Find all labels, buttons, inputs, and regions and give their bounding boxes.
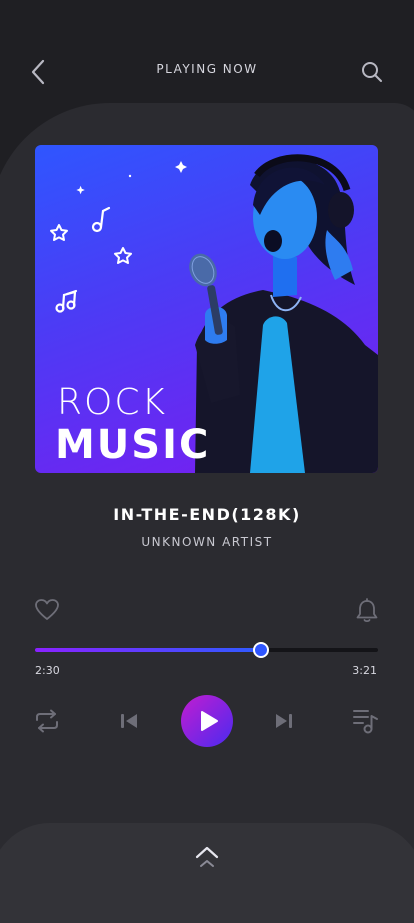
chevron-up-icon[interactable] [193, 845, 221, 871]
previous-icon[interactable] [119, 711, 139, 731]
next-icon[interactable] [274, 711, 294, 731]
play-icon [201, 711, 218, 731]
heart-icon[interactable] [34, 598, 60, 622]
progress-fill [35, 648, 261, 652]
track-title: In-The-End(128K) [113, 505, 301, 524]
playlist-icon[interactable] [352, 707, 380, 735]
album-cover: Rock Music [35, 145, 378, 473]
bottom-sheet[interactable] [0, 823, 414, 923]
cover-title-line2: Music [55, 422, 211, 468]
page-title: Playing Now [156, 62, 258, 76]
current-time: 2:30 [35, 664, 60, 677]
search-icon[interactable] [360, 60, 384, 84]
repeat-icon[interactable] [33, 709, 61, 733]
header: Playing Now [0, 0, 414, 110]
play-button[interactable] [181, 695, 233, 747]
progress-thumb[interactable] [252, 642, 269, 658]
progress-bar[interactable] [35, 642, 378, 658]
cover-title-line1: Rock [57, 382, 168, 423]
track-artist: unknown artist [141, 535, 273, 549]
bell-icon[interactable] [355, 598, 379, 624]
total-time: 3:21 [352, 664, 377, 677]
